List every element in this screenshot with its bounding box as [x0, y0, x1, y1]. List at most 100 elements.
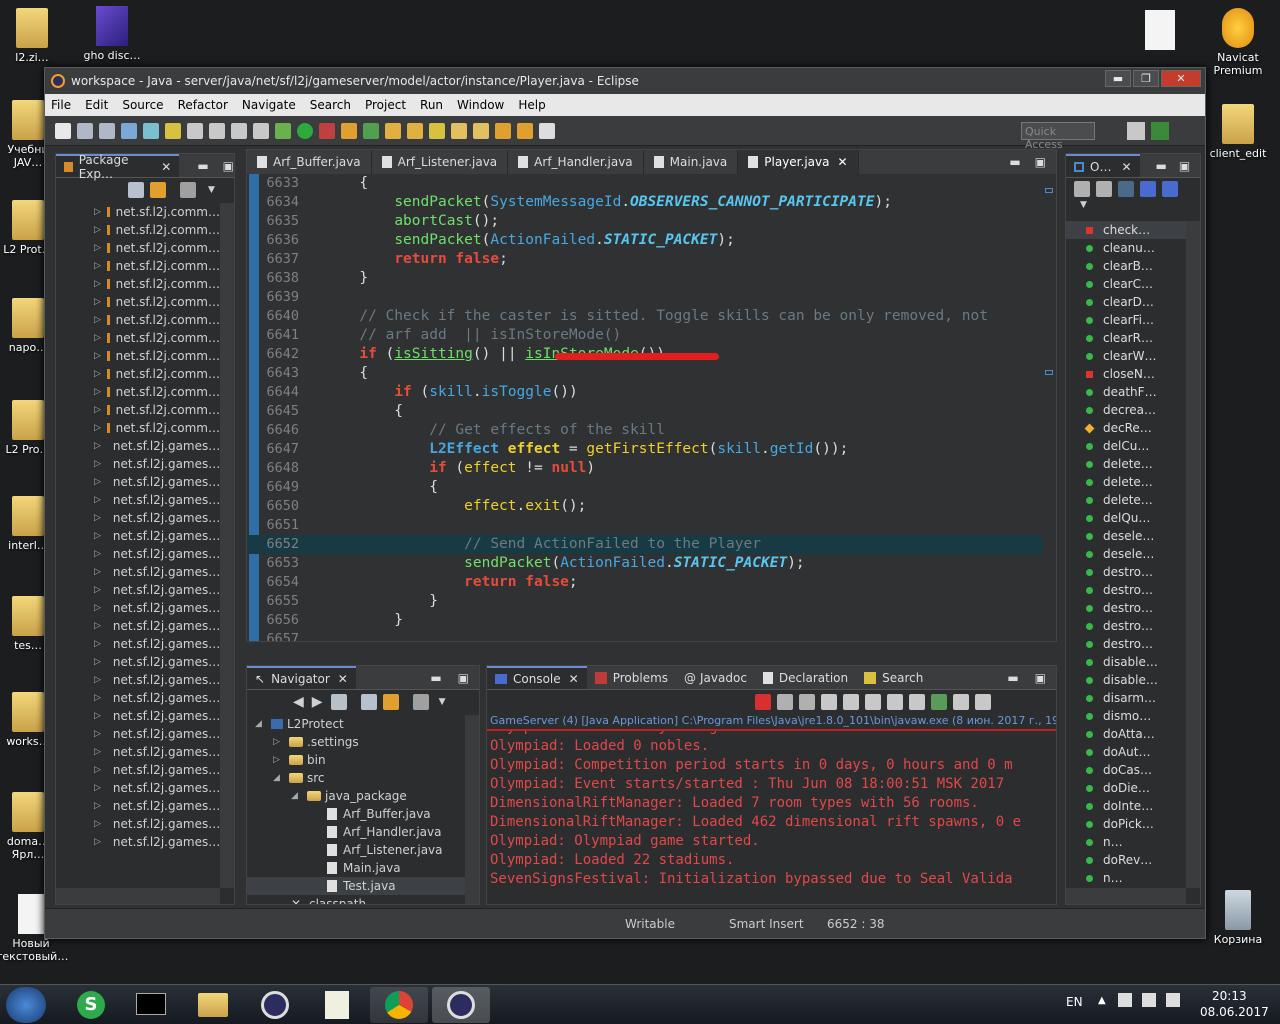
desktop-icon-l2zip[interactable]: l2.zi…	[0, 8, 64, 64]
package-tree-item[interactable]: ▷ net.sf.l2j.games…	[56, 599, 220, 617]
package-tree-item[interactable]: ▷ net.sf.l2j.games…	[56, 635, 220, 653]
desktop-icon-recycle[interactable]: Корзина	[1206, 890, 1270, 946]
package-tree-item[interactable]: ▷ net.sf.l2j.comm…	[56, 239, 220, 257]
tree-item[interactable]: Arf_Buffer.java	[247, 805, 465, 823]
chevron-right-icon[interactable]: ▷	[94, 549, 101, 559]
close-icon[interactable]: ✕	[1121, 160, 1131, 174]
menu-run[interactable]: Run	[420, 98, 443, 112]
outline-item[interactable]: doPick…	[1066, 815, 1186, 833]
external-tools-icon[interactable]	[319, 122, 335, 139]
open-task-icon[interactable]	[407, 122, 423, 139]
remove-all-icon[interactable]	[799, 694, 815, 710]
close-icon[interactable]: ✕	[569, 672, 579, 686]
new-class-icon[interactable]	[363, 122, 379, 139]
taskbar-app-skype[interactable]: S	[62, 987, 120, 1023]
outline-item[interactable]: doAtta…	[1066, 725, 1186, 743]
maximize-icon[interactable]: ▣	[1035, 155, 1046, 169]
minimize-icon[interactable]: ▬	[430, 671, 441, 685]
package-tree-item[interactable]: ▷ net.sf.l2j.games…	[56, 473, 220, 491]
package-tree-item[interactable]: ▷ net.sf.l2j.comm…	[56, 257, 220, 275]
skip-breakpoints-icon[interactable]	[121, 122, 137, 139]
outline-item[interactable]: delQu…	[1066, 509, 1186, 527]
chevron-right-icon[interactable]: ▷	[94, 621, 101, 631]
tab-arf-listener[interactable]: Arf_Listener.java	[372, 150, 509, 174]
desktop-icon-gho[interactable]: gho disc…	[80, 6, 144, 62]
outline-item[interactable]: clearR…	[1066, 329, 1186, 347]
desktop-icon-file[interactable]	[1130, 10, 1190, 53]
maximize-icon[interactable]: ▣	[1035, 671, 1046, 685]
minimize-button[interactable]: ▬	[1105, 70, 1131, 87]
chevron-right-icon[interactable]: ▷	[94, 585, 101, 595]
maximize-icon[interactable]: ▣	[458, 671, 469, 685]
java-perspective-icon[interactable]	[1151, 122, 1169, 140]
chevron-right-icon[interactable]: ▷	[94, 405, 101, 415]
next-annotation-icon[interactable]	[473, 122, 489, 139]
outline-horizontal-scrollbar[interactable]	[1066, 888, 1186, 904]
outline-item[interactable]: n…	[1066, 833, 1186, 851]
show-whitespace-icon[interactable]	[253, 122, 269, 139]
chevron-right-icon[interactable]: ▷	[94, 459, 101, 469]
chevron-right-icon[interactable]: ▷	[94, 315, 101, 325]
tree-item[interactable]: ▷ bin	[247, 751, 465, 769]
show-stdout-icon[interactable]	[887, 694, 903, 710]
run-icon[interactable]	[297, 122, 313, 139]
outline-item[interactable]: decrea…	[1066, 401, 1186, 419]
scroll-lock-icon[interactable]	[843, 694, 859, 710]
menu-edit[interactable]: Edit	[85, 98, 108, 112]
pin-console-icon[interactable]	[931, 694, 947, 710]
chevron-right-icon[interactable]: ▷	[94, 711, 101, 721]
package-horizontal-scrollbar[interactable]	[56, 888, 220, 904]
maximize-icon[interactable]: ▣	[223, 159, 234, 173]
show-stderr-icon[interactable]	[909, 694, 925, 710]
tab-package-explorer[interactable]: Package Exp… ✕	[56, 153, 180, 181]
clock-time[interactable]: 20:13	[1212, 989, 1247, 1003]
outline-item[interactable]: dismo…	[1066, 707, 1186, 725]
close-button[interactable]: ✕	[1161, 70, 1201, 87]
chevron-right-icon[interactable]: ▷	[94, 531, 101, 541]
package-tree-item[interactable]: ▷ net.sf.l2j.games…	[56, 545, 220, 563]
menu-navigate[interactable]: Navigate	[242, 98, 296, 112]
forward-icon[interactable]	[517, 122, 533, 139]
package-tree-item[interactable]: ▷ net.sf.l2j.games…	[56, 833, 220, 851]
chevron-right-icon[interactable]: ▷	[94, 693, 101, 703]
menu-project[interactable]: Project	[365, 98, 406, 112]
outline-item[interactable]: disarm…	[1066, 689, 1186, 707]
menu-window[interactable]: Window	[457, 98, 504, 112]
arrow-right-icon[interactable]	[539, 122, 555, 139]
outline-vertical-scrollbar[interactable]	[1186, 221, 1200, 888]
navigator-scrollbar[interactable]	[465, 715, 479, 904]
tree-item[interactable]: ◢ L2Protect	[247, 715, 465, 733]
package-tree-item[interactable]: ▷ net.sf.l2j.comm…	[56, 401, 220, 419]
package-tree-item[interactable]: ▷ net.sf.l2j.games…	[56, 563, 220, 581]
package-tree-item[interactable]: ▷ net.sf.l2j.games…	[56, 815, 220, 833]
chevron-right-icon[interactable]: ▷	[94, 819, 101, 829]
menu-source[interactable]: Source	[122, 98, 163, 112]
search-icon[interactable]	[429, 122, 445, 139]
new-package-icon[interactable]	[341, 122, 357, 139]
flag-icon[interactable]	[1118, 993, 1132, 1007]
chevron-right-icon[interactable]: ▷	[94, 423, 101, 433]
chevron-right-icon[interactable]: ▷	[94, 765, 101, 775]
tab-main[interactable]: Main.java	[644, 150, 739, 174]
maximize-button[interactable]: ❐	[1133, 70, 1159, 87]
chevron-right-icon[interactable]: ▷	[94, 495, 101, 505]
chevron-right-icon[interactable]: ▷	[94, 279, 101, 289]
package-tree-item[interactable]: ▷ net.sf.l2j.comm…	[56, 311, 220, 329]
outline-item[interactable]: deathF…	[1066, 383, 1186, 401]
chevron-right-icon[interactable]: ▷	[94, 657, 101, 667]
package-tree-item[interactable]: ▷ net.sf.l2j.games…	[56, 671, 220, 689]
package-tree-item[interactable]: ▷ net.sf.l2j.games…	[56, 797, 220, 815]
package-tree-item[interactable]: ▷ net.sf.l2j.comm…	[56, 329, 220, 347]
hide-nonpublic-icon[interactable]	[1162, 181, 1178, 197]
package-vertical-scrollbar[interactable]	[220, 203, 234, 888]
package-tree-item[interactable]: ▷ net.sf.l2j.games…	[56, 437, 220, 455]
outline-item[interactable]: clearD…	[1066, 293, 1186, 311]
open-console-icon[interactable]	[975, 694, 991, 710]
tree-item[interactable]: Main.java	[247, 859, 465, 877]
new-icon[interactable]	[55, 122, 71, 139]
outline-item[interactable]: delete…	[1066, 491, 1186, 509]
close-icon[interactable]: ✕	[837, 155, 847, 169]
close-icon[interactable]: ✕	[338, 672, 348, 686]
start-button[interactable]	[6, 987, 46, 1023]
display-console-icon[interactable]	[953, 694, 969, 710]
